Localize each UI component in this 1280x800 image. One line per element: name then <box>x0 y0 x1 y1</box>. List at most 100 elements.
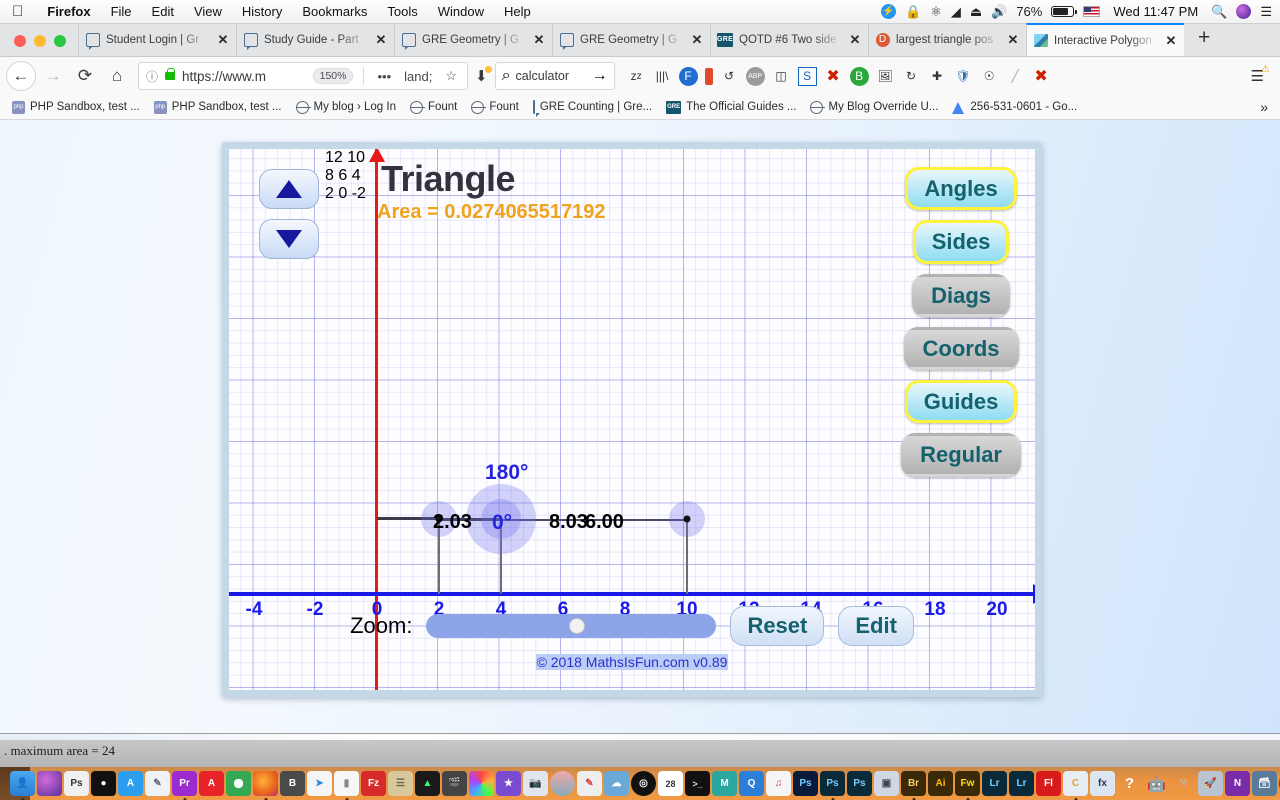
maximize-window-button[interactable] <box>54 35 66 47</box>
flash-fl-icon[interactable]: Fl <box>1036 771 1061 796</box>
move-icon[interactable]: ✚ <box>928 67 947 86</box>
calendar-icon[interactable]: 28 <box>658 771 683 796</box>
search-bar[interactable]: ⌕ calculator → <box>494 62 615 90</box>
panel-icon[interactable]: ◫ <box>772 67 791 86</box>
browser-tab-1[interactable]: Student Login | Gr ✕ <box>78 23 236 56</box>
wifi-icon[interactable]: ◢ <box>951 5 961 18</box>
new-tab-button[interactable]: + <box>1184 26 1224 56</box>
forward-button[interactable]: → <box>38 61 68 91</box>
zzz-icon[interactable]: zz <box>627 67 646 86</box>
photoshop-ps-icon-4[interactable]: Ps <box>847 771 872 796</box>
stepper-down-button[interactable] <box>259 219 319 259</box>
launchpad-icon[interactable]: 🚀 <box>1198 771 1223 796</box>
url-text[interactable]: https://www.m <box>182 69 306 84</box>
pencil-icon[interactable]: ╱ <box>1006 67 1025 86</box>
appstore-icon[interactable]: A <box>118 771 143 796</box>
bookmark-item-5[interactable]: GRE Counting | Gre... <box>527 99 658 115</box>
grinder-icon[interactable]: ⚒ <box>1171 771 1196 796</box>
finalcut-icon[interactable]: 🎬 <box>442 771 467 796</box>
x-red2-icon[interactable]: ✖ <box>1032 67 1051 86</box>
bluetooth-transfer-icon[interactable]: ⚡ <box>881 4 896 19</box>
bookmarks-overflow-icon[interactable]: » <box>1260 99 1274 115</box>
itunes-icon[interactable]: ♫ <box>766 771 791 796</box>
address-bar[interactable]: ⓘ https://www.m 150% ••• land; ☆ <box>138 62 468 90</box>
menu-item-window[interactable]: Window <box>428 4 494 19</box>
backup-icon[interactable]: 🗃 <box>1252 771 1277 796</box>
toggle-coords[interactable]: Coords <box>903 326 1019 371</box>
eject-icon[interactable]: ⏏ <box>970 5 982 18</box>
pocket-icon[interactable]: land; <box>401 69 435 84</box>
browser-tab-4[interactable]: GRE Geometry | G ✕ <box>552 23 710 56</box>
browser-tab-3[interactable]: GRE Geometry | G ✕ <box>394 23 552 56</box>
zoom-slider-handle[interactable] <box>569 618 586 634</box>
menu-item-bookmarks[interactable]: Bookmarks <box>292 4 377 19</box>
scanner-icon[interactable]: ▣ <box>874 771 899 796</box>
zoom-level-badge[interactable]: 150% <box>312 68 354 84</box>
tab-close-icon[interactable]: ✕ <box>690 32 704 48</box>
lightroom-lr-icon-2[interactable]: Lr <box>1009 771 1034 796</box>
reload-button[interactable]: ⟳ <box>70 61 100 91</box>
firefox-icon[interactable] <box>253 771 278 796</box>
bookmark-item-3[interactable]: Fount <box>404 99 463 116</box>
tab-close-icon[interactable]: ✕ <box>532 32 546 48</box>
menu-item-file[interactable]: File <box>101 4 142 19</box>
android-icon[interactable]: 🤖 <box>1144 771 1169 796</box>
menu-item-help[interactable]: Help <box>494 4 541 19</box>
colorsync-icon[interactable] <box>469 771 494 796</box>
safari-icon[interactable]: ➤ <box>307 771 332 796</box>
bookmark-item-8[interactable]: 256-531-0601 - Go... <box>946 99 1083 116</box>
burn-icon[interactable]: ◎ <box>631 771 656 796</box>
tab-close-icon[interactable]: ✕ <box>216 32 230 48</box>
bookmark-item-4[interactable]: Fount <box>465 99 524 116</box>
toggle-sides[interactable]: Sides <box>912 220 1010 264</box>
menu-item-firefox[interactable]: Firefox <box>37 4 100 19</box>
close-window-button[interactable] <box>14 35 26 47</box>
photoshop-ps-icon-3[interactable]: Ps <box>820 771 845 796</box>
bluetooth-icon[interactable]: ⚛ <box>930 5 942 18</box>
loop-icon[interactable]: ↺ <box>720 67 739 86</box>
x-red-icon[interactable]: ✖ <box>824 67 843 86</box>
photoshop-ps-icon[interactable]: Ps <box>64 771 89 796</box>
tab-close-icon[interactable]: ✕ <box>848 32 862 48</box>
toggle-diags[interactable]: Diags <box>912 273 1010 317</box>
question-icon[interactable]: ? <box>1117 771 1142 796</box>
bookmark-item-7[interactable]: My Blog Override U... <box>804 99 944 116</box>
textedit-icon[interactable]: ☰ <box>388 771 413 796</box>
finder-icon[interactable]: 👤 <box>10 771 35 796</box>
bookmark-item-6[interactable]: GRE The Official Guides ... <box>660 99 802 116</box>
browser-tab-6[interactable]: D largest triangle pos ✕ <box>868 23 1026 56</box>
tab-close-icon[interactable]: ✕ <box>1164 33 1178 49</box>
siri-icon[interactable] <box>37 771 62 796</box>
tab-close-icon[interactable]: ✕ <box>1006 32 1020 48</box>
shield-icon[interactable]: 🛡 <box>954 67 973 86</box>
chrome-icon[interactable] <box>226 771 251 796</box>
c-icon[interactable]: C <box>1063 771 1088 796</box>
downloads-icon[interactable]: ⬇ <box>470 66 493 85</box>
lock-icon[interactable]: 🔒 <box>905 5 921 18</box>
library-icon[interactable]: |||\ <box>653 67 672 86</box>
fireworks-fw-icon[interactable]: Fw <box>955 771 980 796</box>
abp-icon[interactable]: ABP <box>745 66 765 86</box>
onenote-icon[interactable]: N <box>1225 771 1250 796</box>
bittorrent-icon[interactable]: B <box>280 771 305 796</box>
photoshop-ps-icon-2[interactable]: Ps <box>793 771 818 796</box>
minimize-window-button[interactable] <box>34 35 46 47</box>
preview-icon[interactable]: ✎ <box>145 771 170 796</box>
tab-close-icon[interactable]: ✕ <box>374 32 388 48</box>
terminal-icon[interactable]: >_ <box>685 771 710 796</box>
night-icon[interactable] <box>550 771 575 796</box>
us-flag-icon[interactable] <box>1083 6 1101 17</box>
image-icon[interactable]: 🖼 <box>876 67 895 86</box>
face-icon[interactable]: ☉ <box>980 67 999 86</box>
edit-button[interactable]: Edit <box>838 606 914 646</box>
bookmark-item-0[interactable]: php PHP Sandbox, test ... <box>6 99 146 116</box>
sketch-icon[interactable]: ✎ <box>577 771 602 796</box>
home-button[interactable]: ⌂ <box>102 61 132 91</box>
bomb-icon[interactable]: ● <box>91 771 116 796</box>
notification-center-icon[interactable]: ☰ <box>1260 5 1272 18</box>
refresh-icon[interactable]: ↻ <box>902 67 921 86</box>
bridge-br-icon[interactable]: Br <box>901 771 926 796</box>
apple-logo-icon[interactable]:  <box>12 4 23 19</box>
menu-item-history[interactable]: History <box>232 4 292 19</box>
browser-tab-7-active[interactable]: Interactive Polygon ✕ <box>1026 23 1184 56</box>
